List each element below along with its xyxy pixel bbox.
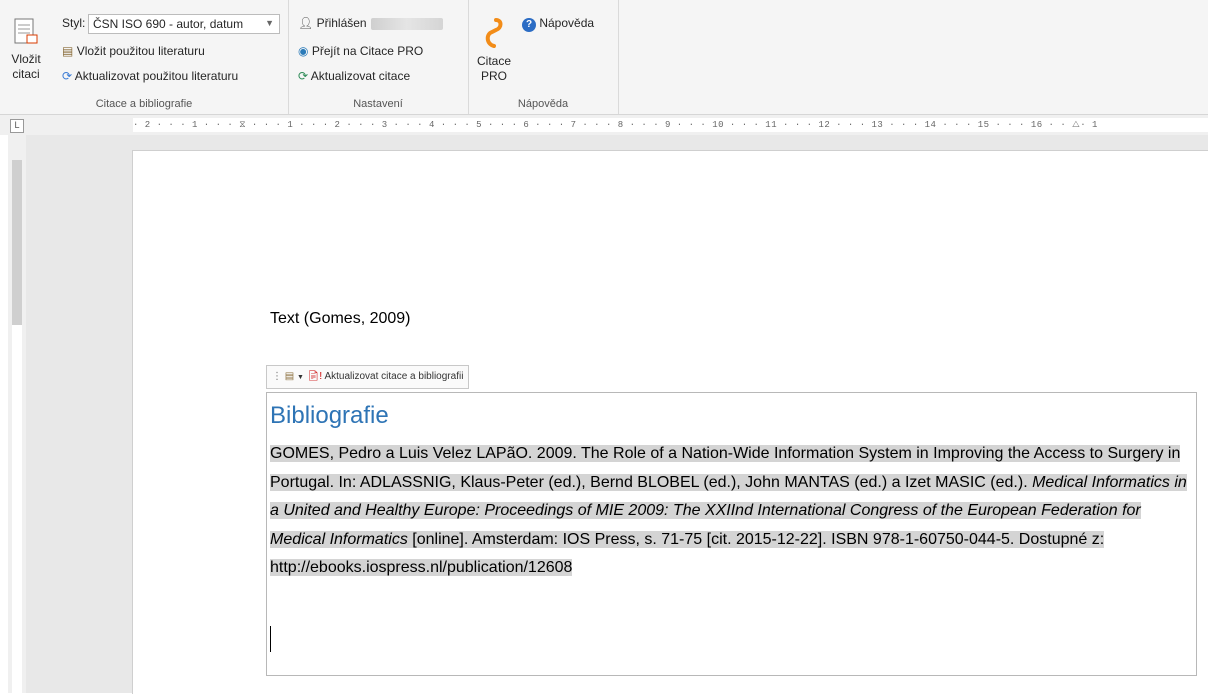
refresh-document-icon: 📄︎!: [306, 371, 323, 382]
content-control-tab[interactable]: ⋮ ▤ ▼ 📄︎! Aktualizovat citace a bibliogr…: [266, 365, 470, 389]
group-settings-label: Nastavení: [353, 98, 403, 110]
body-text[interactable]: Text (Gomes, 2009): [270, 310, 411, 328]
group-help: Citace PRO ? Nápověda Nápověda: [468, 0, 619, 114]
style-select-value: ČSN ISO 690 - autor, datum: [93, 17, 244, 31]
goto-citace-pro-button[interactable]: ◉ Přejít na Citace PRO: [298, 44, 423, 58]
group-settings: 👤︎ Přihlášen ◉ Přejít na Citace PRO ⟳ Ak…: [288, 0, 469, 114]
update-citations-label: Aktualizovat citace: [310, 69, 411, 83]
update-used-literature-label: Aktualizovat použitou literaturu: [74, 69, 239, 83]
group-citations-label: Citace a bibliografie: [95, 98, 193, 110]
books-icon: ▤: [62, 44, 74, 58]
group-citations: Vložit citaci Styl: ČSN ISO 690 - autor,…: [0, 0, 289, 114]
question-icon: ?: [522, 18, 536, 32]
tab-stop-selector[interactable]: L: [10, 119, 24, 133]
citace-pro-line2: PRO: [480, 69, 507, 83]
horizontal-ruler[interactable]: · 2 · · · 1 · · · ⧖ · · · 1 · · · 2 · · …: [0, 115, 1208, 135]
update-citations-button[interactable]: ⟳ Aktualizovat citace: [298, 69, 410, 83]
group-help-label: Nápověda: [517, 98, 569, 110]
ribbon: Vložit citaci Styl: ČSN ISO 690 - autor,…: [0, 0, 1208, 115]
style-select[interactable]: ČSN ISO 690 - autor, datum ▼: [88, 14, 280, 34]
insert-citation-line1: Vložit: [11, 52, 41, 66]
style-label: Styl:: [62, 16, 86, 30]
refresh-document-icon: ⟳: [62, 69, 73, 83]
citace-pro-logo-icon: [485, 18, 503, 48]
handle-icon: ⋮: [272, 371, 282, 382]
globe-icon: ◉: [298, 44, 309, 58]
chevron-down-icon: ▼: [265, 18, 274, 28]
books-icon: ▤: [284, 371, 295, 382]
goto-citace-pro-label: Přejít na Citace PRO: [311, 44, 424, 58]
citace-pro-button[interactable]: Citace PRO: [474, 16, 514, 84]
ruler-body: [12, 325, 22, 693]
vertical-ruler[interactable]: [8, 135, 26, 693]
user-icon: 👤︎: [298, 16, 314, 30]
help-button[interactable]: ? Nápověda: [522, 16, 594, 32]
insert-citation-line2: citaci: [12, 67, 40, 81]
text-cursor: [270, 626, 271, 652]
logged-in-status: 👤︎ Přihlášen: [298, 16, 443, 30]
insert-citation-button[interactable]: Vložit citaci: [8, 18, 44, 82]
update-used-literature-button[interactable]: ⟳ Aktualizovat použitou literaturu: [62, 69, 238, 83]
document-icon: [14, 18, 38, 44]
bibliography-entry[interactable]: GOMES, Pedro a Luis Velez LAPãO. 2009. T…: [270, 440, 1190, 583]
citace-pro-line1: Citace: [476, 54, 511, 68]
bibliography-title[interactable]: Bibliografie: [270, 402, 389, 430]
help-label: Nápověda: [539, 16, 595, 30]
ruler-ticks: · 2 · · · 1 · · · ⧖ · · · 1 · · · 2 · · …: [133, 120, 1098, 130]
logged-in-label: Přihlášen: [316, 16, 367, 30]
update-bibliography-label: Aktualizovat citace a bibliografii: [324, 371, 464, 382]
ruler-margin: [12, 160, 22, 325]
refresh-icon: ⟳: [298, 69, 309, 83]
insert-used-literature-button[interactable]: ▤ Vložit použitou literaturu: [62, 44, 205, 58]
chevron-down-icon: ▼: [297, 374, 304, 381]
username-redacted: [370, 17, 443, 30]
insert-used-literature-label: Vložit použitou literaturu: [76, 44, 205, 58]
